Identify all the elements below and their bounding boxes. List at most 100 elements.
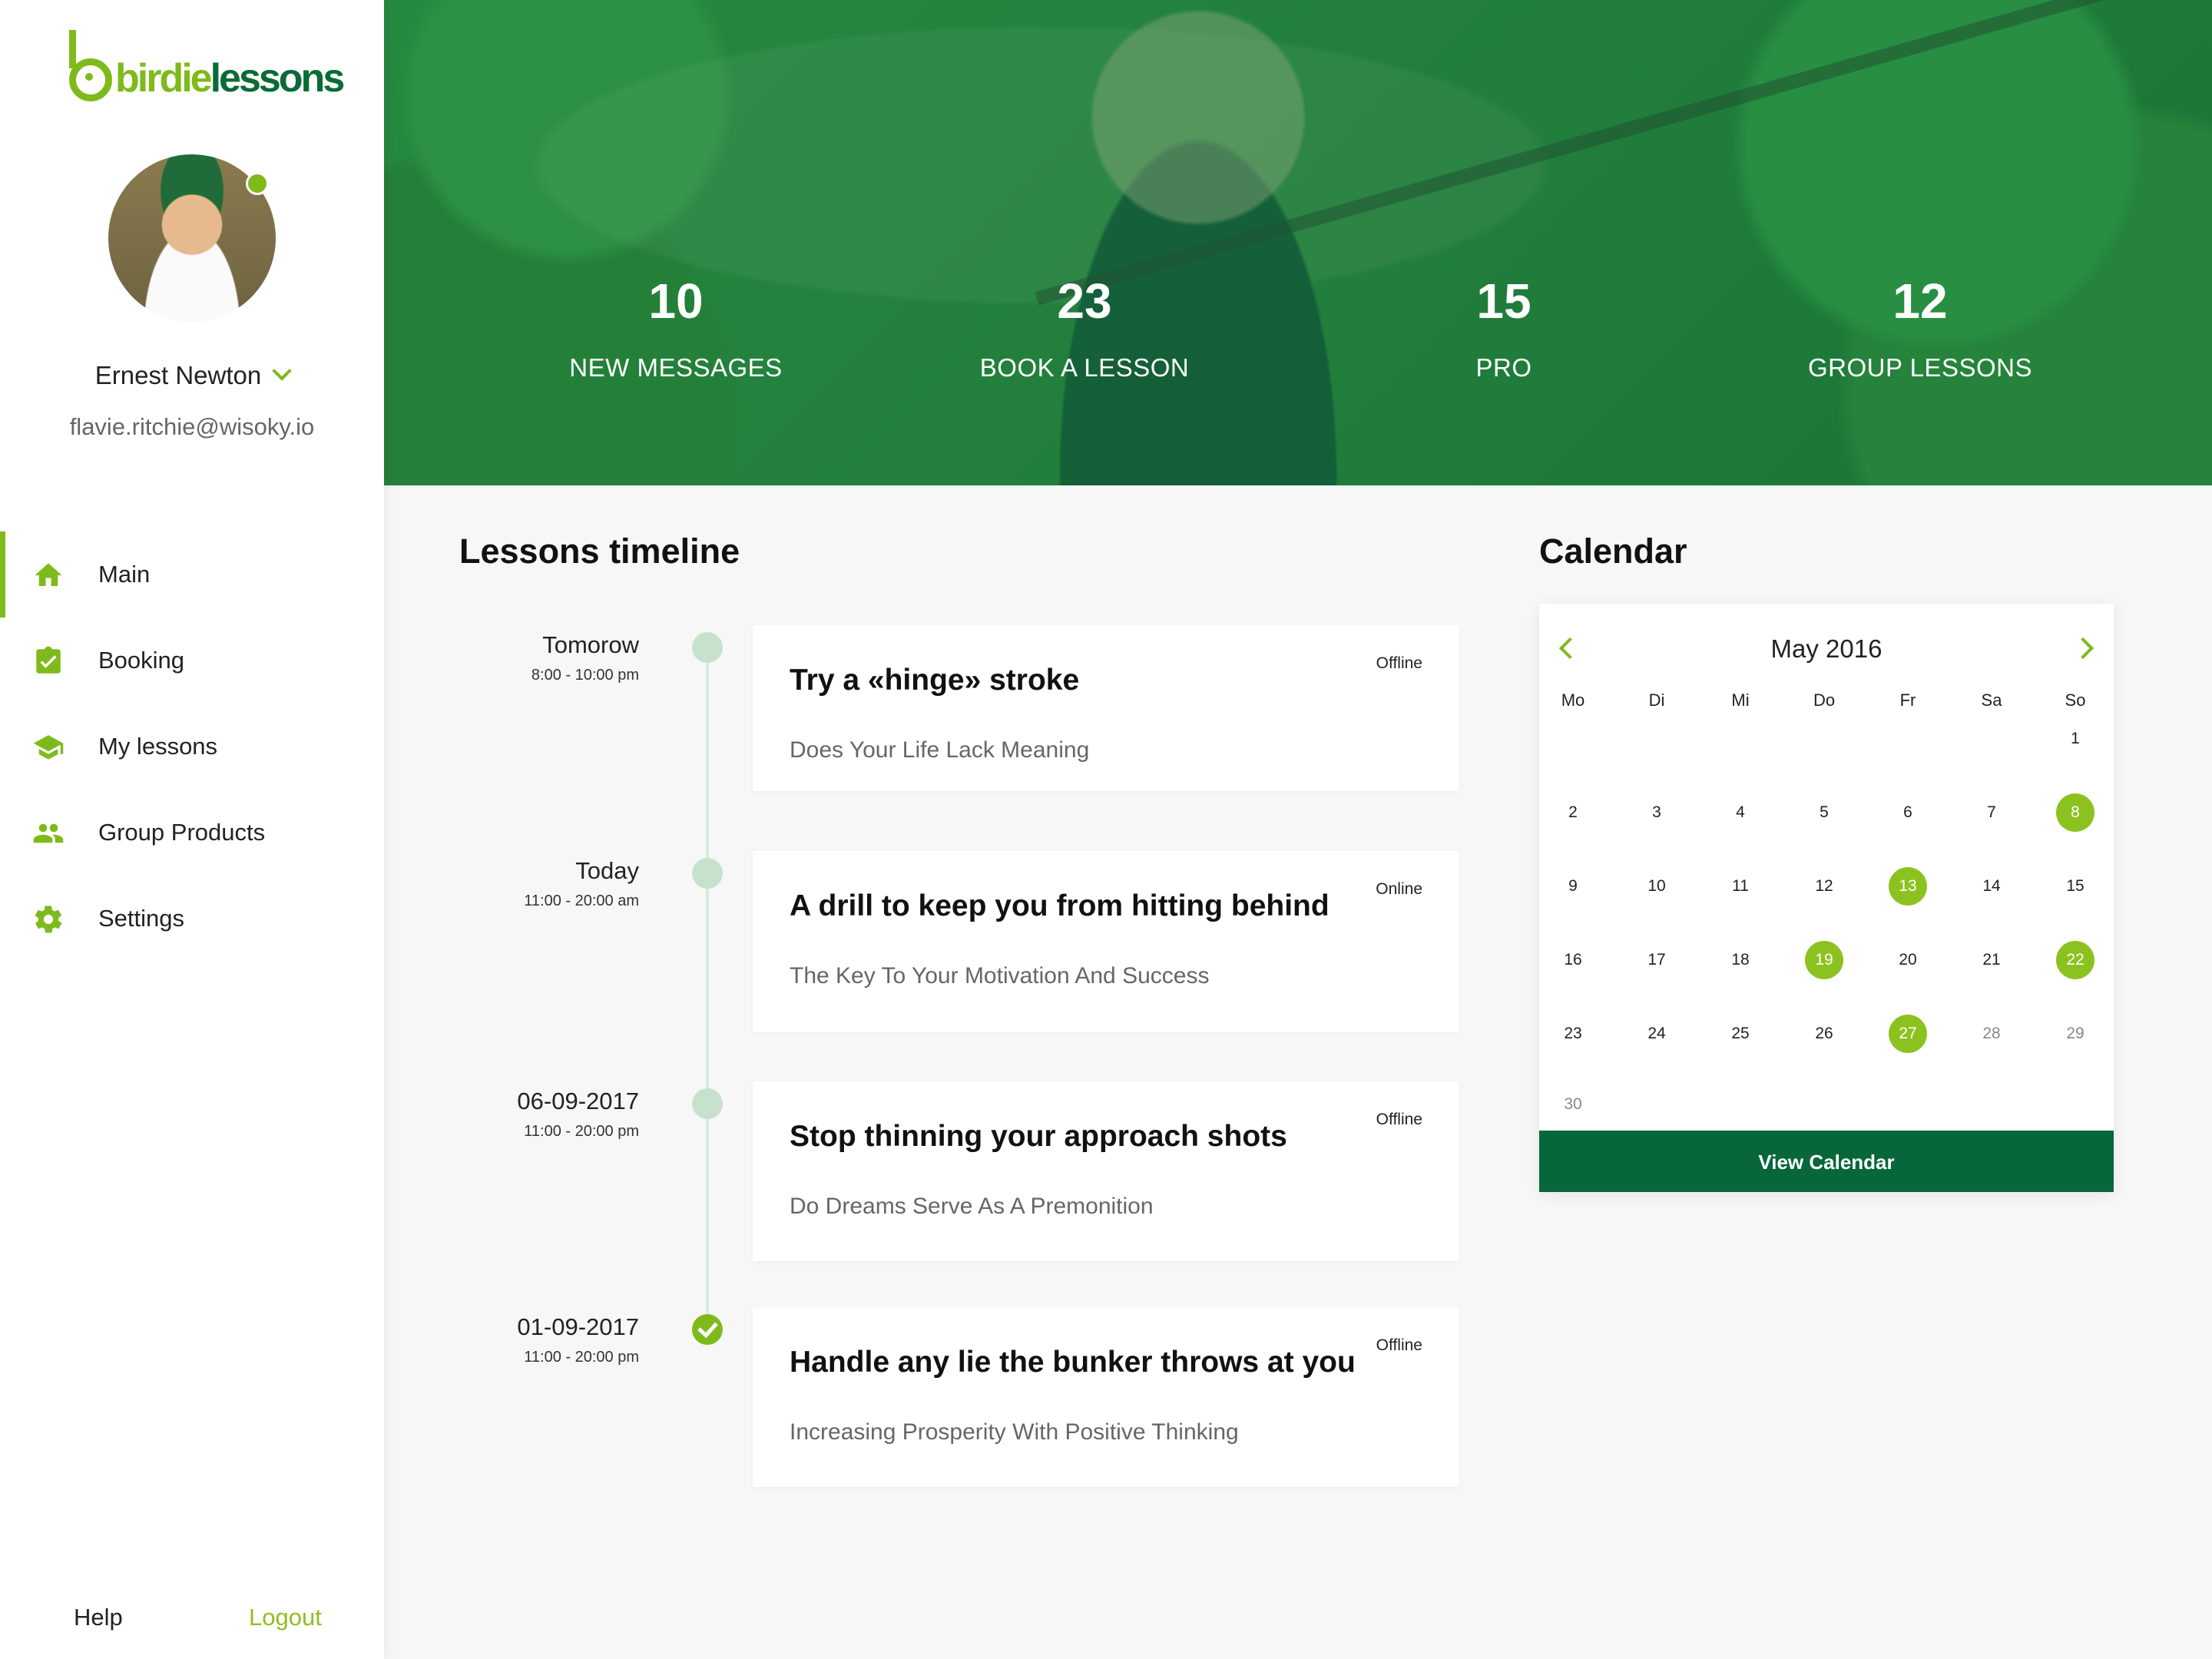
- stat-new-messages[interactable]: 10 NEW MESSAGES: [522, 276, 830, 382]
- timeline-time: 11:00 - 20:00 pm: [524, 1349, 639, 1366]
- sidebar-item-label: My lessons: [98, 733, 218, 760]
- lesson-card[interactable]: Offline Stop thinning your approach shot…: [753, 1081, 1459, 1261]
- calendar-day[interactable]: 24: [1637, 1015, 1676, 1053]
- lesson-card[interactable]: Offline Try a «hinge» stroke Does Your L…: [753, 625, 1459, 791]
- timeline-dot: [692, 632, 723, 663]
- stat-label: NEW MESSAGES: [569, 353, 783, 382]
- lesson-mode-badge: Offline: [1376, 1336, 1422, 1354]
- help-link[interactable]: Help: [74, 1604, 123, 1631]
- online-status-dot: [246, 172, 269, 195]
- stat-book-a-lesson[interactable]: 23 BOOK A LESSON: [931, 276, 1238, 382]
- calendar-day[interactable]: 13: [1889, 867, 1927, 906]
- calendar-day[interactable]: 30: [1554, 1085, 1592, 1124]
- calendar-day[interactable]: 27: [1889, 1015, 1927, 1053]
- calendar-day[interactable]: 28: [1972, 1015, 2011, 1053]
- calendar-day[interactable]: 10: [1637, 867, 1676, 906]
- calendar-weekday: So: [2065, 690, 2086, 710]
- calendar-day[interactable]: 14: [1972, 867, 2011, 906]
- calendar-day[interactable]: 8: [2056, 793, 2094, 832]
- timeline-date: 01-09-2017 11:00 - 20:00 pm: [415, 1313, 639, 1366]
- sidebar-item-settings[interactable]: Settings: [0, 876, 384, 962]
- lesson-subtitle: Increasing Prosperity With Positive Thin…: [790, 1419, 1239, 1445]
- timeline-date: Tomorow 8:00 - 10:00 pm: [415, 631, 639, 684]
- calendar-day[interactable]: 7: [1972, 793, 2011, 832]
- calendar-day[interactable]: 5: [1805, 793, 1843, 832]
- logout-link[interactable]: Logout: [249, 1604, 322, 1631]
- calendar-day[interactable]: 23: [1554, 1015, 1592, 1053]
- brand-logo[interactable]: birdielessons: [69, 30, 346, 106]
- calendar-day[interactable]: 12: [1805, 867, 1843, 906]
- calendar-day[interactable]: 22: [2056, 941, 2094, 979]
- stat-pro[interactable]: 15 PRO: [1350, 276, 1657, 382]
- timeline-day: Tomorow: [542, 631, 639, 658]
- lesson-card[interactable]: Offline Handle any lie the bunker throws…: [753, 1307, 1459, 1487]
- sidebar-nav: Main Booking My lessons Group Products S…: [0, 531, 384, 962]
- calendar-day[interactable]: 18: [1721, 941, 1760, 979]
- timeline-dot: [692, 1088, 723, 1119]
- calendar-day[interactable]: 17: [1637, 941, 1676, 979]
- people-icon: [33, 823, 64, 843]
- stat-group-lessons[interactable]: 12 GROUP LESSONS: [1767, 276, 2074, 382]
- lesson-title: Try a «hinge» stroke: [790, 664, 1080, 697]
- timeline-date: Today 11:00 - 20:00 am: [415, 857, 639, 910]
- calendar-day[interactable]: 26: [1805, 1015, 1843, 1053]
- calendar-day[interactable]: 2: [1554, 793, 1592, 832]
- calendar-day[interactable]: 9: [1554, 867, 1592, 906]
- calendar-day[interactable]: 1: [2056, 720, 2094, 758]
- sidebar-item-my-lessons[interactable]: My lessons: [0, 704, 384, 790]
- calendar-day[interactable]: 15: [2056, 867, 2094, 906]
- hero-banner: 10 NEW MESSAGES 23 BOOK A LESSON 15 PRO …: [384, 0, 2212, 485]
- calendar-day[interactable]: 6: [1889, 793, 1927, 832]
- view-calendar-button[interactable]: View Calendar: [1539, 1131, 2114, 1192]
- lesson-card[interactable]: Online A drill to keep you from hitting …: [753, 851, 1459, 1032]
- timeline-day: 06-09-2017: [517, 1088, 639, 1114]
- sidebar-item-label: Booking: [98, 647, 185, 674]
- timeline-title: Lessons timeline: [459, 531, 740, 571]
- graduation-cap-icon: [33, 735, 64, 760]
- lesson-subtitle: The Key To Your Motivation And Success: [790, 963, 1210, 988]
- lesson-subtitle: Does Your Life Lack Meaning: [790, 737, 1090, 763]
- sidebar-item-label: Settings: [98, 905, 185, 932]
- calendar-day[interactable]: 20: [1889, 941, 1927, 979]
- stat-value: 10: [648, 273, 704, 329]
- calendar-day[interactable]: 25: [1721, 1015, 1760, 1053]
- stat-label: PRO: [1475, 353, 1532, 382]
- clipboard-check-icon: [36, 646, 61, 674]
- sidebar-item-label: Group Products: [98, 819, 266, 846]
- logo-text-part1: birdie: [115, 56, 213, 101]
- lesson-mode-badge: Offline: [1376, 1111, 1422, 1128]
- timeline-time: 11:00 - 20:00 am: [524, 892, 639, 909]
- sidebar: birdielessons Ernest Newton flavie.ritch…: [0, 0, 384, 1659]
- user-menu[interactable]: Ernest Newton: [0, 361, 384, 390]
- calendar-title: Calendar: [1539, 531, 1687, 571]
- stat-value: 12: [1892, 273, 1948, 329]
- sidebar-item-booking[interactable]: Booking: [0, 618, 384, 704]
- timeline-time: 8:00 - 10:00 pm: [531, 667, 639, 684]
- calendar-weekday: Fr: [1899, 690, 1916, 710]
- calendar-weekday: Do: [1813, 690, 1836, 710]
- calendar-day[interactable]: 16: [1554, 941, 1592, 979]
- calendar-weekday: Sa: [1981, 690, 2002, 710]
- logo-text-part2: lessons: [210, 56, 346, 101]
- stat-value: 23: [1057, 273, 1112, 329]
- sidebar-item-main[interactable]: Main: [0, 531, 384, 618]
- lesson-mode-badge: Online: [1376, 880, 1422, 898]
- stat-value: 15: [1476, 273, 1532, 329]
- sidebar-item-group-products[interactable]: Group Products: [0, 790, 384, 876]
- calendar-widget: May 2016 Mo Di Mi Do Fr Sa So 1 2 3 4 5 6 7 8 9 10 11 12 13…: [1539, 604, 2114, 1192]
- sidebar-item-label: Main: [98, 561, 151, 588]
- logo-mark-icon: [69, 30, 112, 101]
- lesson-title: Handle any lie the bunker throws at you: [790, 1346, 1356, 1379]
- calendar-day[interactable]: 3: [1637, 793, 1676, 832]
- chevron-down-icon[interactable]: [272, 361, 292, 381]
- calendar-day[interactable]: 21: [1972, 941, 2011, 979]
- calendar-day[interactable]: 19: [1805, 941, 1843, 979]
- calendar-day[interactable]: 4: [1721, 793, 1760, 832]
- calendar-day[interactable]: 29: [2056, 1015, 2094, 1053]
- stat-label: GROUP LESSONS: [1808, 353, 2032, 382]
- timeline-time: 11:00 - 20:00 pm: [524, 1123, 639, 1140]
- completed-check-icon: [692, 1314, 723, 1345]
- user-email: flavie.ritchie@wisoky.io: [69, 413, 315, 440]
- lesson-subtitle: Do Dreams Serve As A Premonition: [790, 1194, 1154, 1219]
- calendar-day[interactable]: 11: [1721, 867, 1760, 906]
